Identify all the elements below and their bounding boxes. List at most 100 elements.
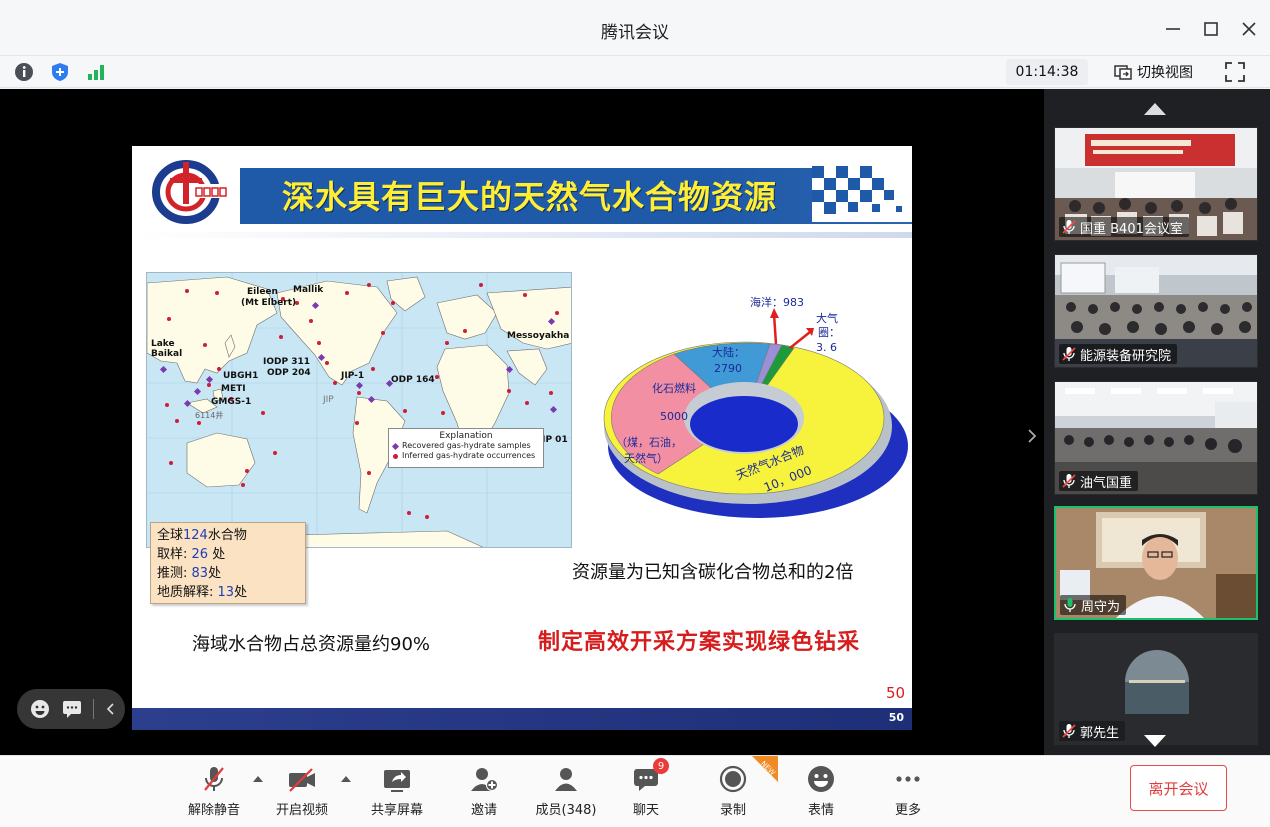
label-gmgs1: GMGS-1 (211, 397, 252, 407)
video-tile[interactable]: 郭先生 (1054, 633, 1258, 745)
more-button[interactable]: 更多 (868, 762, 948, 822)
label-lake: Lake (151, 339, 175, 349)
minimize-icon (1166, 28, 1180, 30)
start-video-button[interactable]: 开启视频 (262, 762, 342, 822)
meeting-toolbar: 01:14:38 切换视图 (0, 56, 1270, 88)
shield-icon (52, 63, 68, 81)
maximize-icon (1204, 22, 1218, 36)
participant-name-tag: 油气国重 (1059, 471, 1139, 491)
video-tile-active-speaker[interactable]: 周守为 (1054, 506, 1258, 620)
label-iodp311: IODP 311 (263, 357, 310, 367)
participant-name-tag: 能源装备研究院 (1059, 344, 1178, 364)
participant-name-tag: 国重 B401会议室 (1059, 217, 1189, 237)
share-screen-button[interactable]: 共享屏幕 (357, 762, 437, 822)
meeting-info-button[interactable] (12, 60, 36, 84)
slide-red-slogan: 制定高效开采方案实现绿色钻采 (538, 630, 861, 655)
overlay-divider (93, 699, 94, 719)
invite-button[interactable]: 邀请 (444, 762, 524, 822)
label-odp204: ODP 204 (267, 368, 311, 378)
donut-atmos-value: 3. 6 (816, 341, 837, 354)
donut-land-label: 大陆： (712, 345, 745, 359)
reactions-button[interactable]: 表情 (781, 762, 861, 822)
label-meti: METI (221, 384, 246, 394)
close-button[interactable] (1234, 14, 1264, 44)
info-icon (15, 63, 33, 81)
title-underline (132, 232, 912, 238)
label-eileen: Eileen (247, 287, 278, 297)
carbon-resource-donut: 海洋：983 大气 圈： 3. 6 大陆： 2790 化石燃料 5000 （煤，… (603, 295, 908, 518)
slide-title: 深水具有巨大的天然气水合物资源 (282, 178, 778, 216)
share-screen-label: 共享屏幕 (370, 803, 423, 818)
label-jip: JIP (323, 395, 334, 405)
mic-muted-icon (1062, 724, 1076, 738)
chevron-left-icon[interactable] (104, 702, 118, 716)
minimize-button[interactable] (1158, 14, 1188, 44)
slide-ocean-share-text: 海域水合物占总资源量约90% (192, 634, 431, 655)
legend-recovered-label: Recovered gas-hydrate samples (402, 441, 531, 450)
purple-diamond-marker (391, 442, 400, 450)
video-tile[interactable]: 油气国重 (1054, 381, 1258, 495)
invite-label: 邀请 (470, 803, 497, 818)
participant-name-tag: 郭先生 (1059, 721, 1126, 741)
more-dots-icon (896, 776, 920, 782)
label-small-note: 6114井 (195, 411, 224, 420)
presentation-slide: 深水具有巨大的天然气水合物资源 Eileen (Mt Elbert) Malli… (132, 146, 912, 730)
record-icon (719, 765, 747, 793)
start-video-label: 开启视频 (275, 803, 328, 818)
share-screen-icon (384, 770, 410, 792)
participant-name: 周守为 (1081, 599, 1121, 615)
switch-view-icon (1114, 65, 1132, 80)
label-mt-elbert: (Mt Elbert) (241, 298, 297, 308)
participant-video-panel: 国重 B401会议室 能源装备研究院 油气国重 周守为 郭先生 (1028, 89, 1270, 755)
chat-bubble-icon[interactable] (61, 698, 83, 720)
collapse-panel-button[interactable] (1026, 427, 1038, 450)
legend-inferred-label: Inferred gas-hydrate occurrences (402, 451, 536, 460)
participant-name: 郭先生 (1080, 725, 1120, 741)
slide-page-number: 50 (886, 684, 906, 702)
smiley-icon (808, 766, 834, 792)
network-status-button[interactable] (84, 60, 108, 84)
participant-name: 油气国重 (1080, 475, 1133, 491)
video-tile[interactable]: 国重 B401会议室 (1054, 127, 1258, 241)
map-legend: Explanation Recovered gas-hydrate sample… (388, 428, 544, 468)
label-mallik: Mallik (293, 285, 324, 295)
red-dot-marker (393, 453, 398, 459)
hydrate-summary-box: 全球124水合物 取样: 26 处 推测: 83处 地质解释: 13处 (150, 522, 306, 604)
legend-item-inferred: Inferred gas-hydrate occurrences (393, 451, 539, 461)
unmute-button[interactable]: 解除静音 (174, 762, 254, 822)
mic-muted-icon (1062, 347, 1076, 361)
meeting-window: 腾讯会议 01:14:38 切换视图 深水具有巨大的天然气水合物资源 Eilee… (0, 0, 1270, 827)
scroll-up-button[interactable] (1144, 103, 1166, 115)
mic-muted-icon (1062, 220, 1076, 234)
video-options-caret[interactable] (341, 776, 351, 782)
switch-view-button[interactable]: 切换视图 (1110, 59, 1197, 85)
donut-ocean-label: 海洋：983 (750, 295, 804, 309)
close-icon (1242, 22, 1256, 36)
title-bar: 腾讯会议 (0, 0, 1270, 56)
checker-decoration (812, 166, 912, 222)
slide-footer-bar: 50 (132, 708, 912, 730)
maximize-button[interactable] (1196, 14, 1226, 44)
donut-fossil-note2: 天然气） (624, 451, 668, 465)
label-ubgh1: UBGH1 (223, 371, 259, 381)
label-messoyakha: Messoyakha (507, 331, 570, 341)
video-tile[interactable]: 能源装备研究院 (1054, 254, 1258, 368)
chat-button[interactable]: 9 聊天 (606, 758, 686, 822)
switch-view-label: 切换视图 (1137, 65, 1193, 81)
label-baikal: Baikal (151, 349, 183, 359)
security-button[interactable] (48, 60, 72, 84)
members-button[interactable]: 成员(348) (526, 762, 606, 822)
members-icon (555, 768, 577, 791)
summary-line-global: 全球124水合物 (157, 528, 247, 543)
scroll-down-button[interactable] (1144, 735, 1166, 747)
fullscreen-button[interactable] (1224, 61, 1246, 83)
donut-fossil-note: （煤，石油， (616, 435, 682, 449)
fullscreen-icon (1225, 62, 1245, 82)
video-off-icon (289, 768, 315, 792)
emoji-icon[interactable] (29, 698, 51, 720)
participant-name: 国重 B401会议室 (1080, 221, 1183, 237)
leave-meeting-button[interactable]: 离开会议 (1130, 765, 1227, 811)
gas-hydrate-world-map: Eileen (Mt Elbert) Mallik Messoyakha Lak… (146, 272, 572, 548)
participant-name: 能源装备研究院 (1080, 348, 1172, 364)
summary-line-geologic: 地质解释: 13处 (157, 585, 248, 600)
